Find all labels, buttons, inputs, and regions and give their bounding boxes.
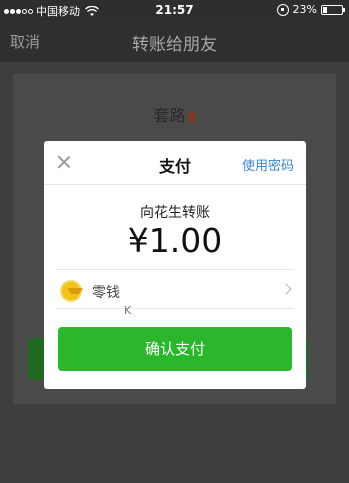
dialog-header: 支付 使用密码	[44, 141, 306, 185]
chevron-right-icon	[280, 283, 292, 295]
nav-bar: 取消 转账给朋友	[0, 20, 349, 62]
payee-label: 向花生转账	[140, 205, 210, 221]
amount-value: ¥1.00	[127, 221, 223, 260]
battery-percent: 23%	[292, 3, 317, 16]
payment-method-label: 零钱	[92, 285, 120, 301]
status-bar: 中国移动 21:57 23%	[0, 0, 349, 20]
stray-text: K	[124, 304, 132, 317]
background-button-left-edge	[28, 338, 44, 380]
recipient-name: 套路	[153, 106, 186, 125]
recipient-avatar-icon	[187, 110, 196, 123]
page-title: 转账给朋友	[132, 35, 217, 55]
battery-icon	[321, 4, 345, 15]
payment-dialog: 支付 使用密码 向花生转账 ¥1.00 零钱 K 确认支付	[44, 141, 306, 389]
wallet-coin-icon	[60, 280, 83, 302]
use-password-link[interactable]: 使用密码	[242, 155, 294, 174]
status-right: 23%	[276, 3, 345, 16]
orientation-lock-icon	[276, 3, 289, 16]
screen: 中国移动 21:57 23% 取消 转账给朋友 套路 支付 使用密码 向花生转账…	[0, 0, 349, 483]
confirm-pay-button[interactable]: 确认支付	[58, 327, 292, 371]
background-recipient: 套路	[13, 102, 336, 126]
payment-method-row[interactable]: 零钱	[56, 269, 294, 309]
